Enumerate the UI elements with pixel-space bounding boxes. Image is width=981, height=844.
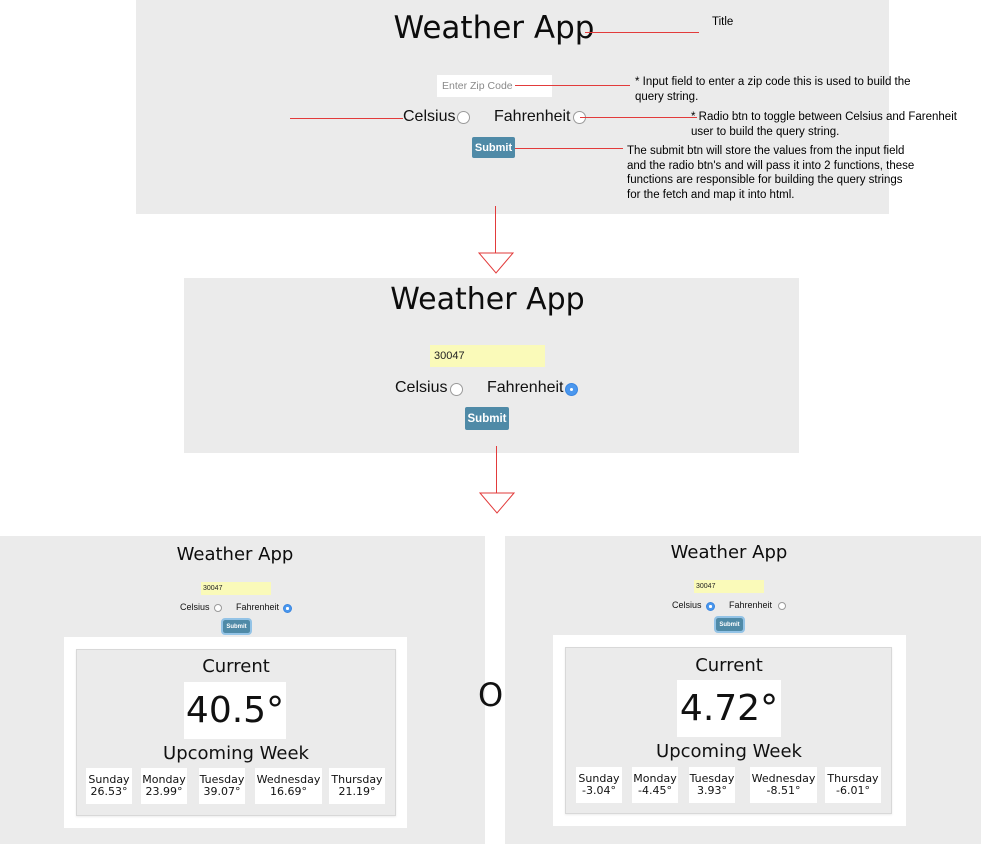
flow-arrow-head-2	[479, 492, 515, 514]
flow-arrow-shaft-2	[496, 446, 497, 493]
forecast-day-f-2: Tuesday 39.07°	[199, 768, 245, 804]
submit-button-result-c[interactable]: Submit	[714, 616, 745, 633]
app-title-result-c: Weather App	[670, 542, 788, 563]
radio-annotation: * Radio btn to toggle between Celsius an…	[691, 111, 957, 138]
fahrenheit-label-filled: Fahrenheit	[487, 379, 564, 396]
forecast-day-c-0: Sunday -3.04°	[576, 767, 622, 803]
radio-callout-line-left	[290, 118, 403, 119]
current-label-c: Current	[695, 655, 763, 676]
title-annotation: Title	[712, 16, 734, 28]
submit-annotation: The submit btn will store the values fro…	[627, 145, 915, 201]
zip-input-result-f[interactable]: 30047	[201, 582, 271, 595]
celsius-label-result-f: Celsius	[180, 602, 210, 612]
upcoming-label-c: Upcoming Week	[656, 741, 802, 762]
celsius-label: Celsius	[403, 108, 456, 125]
celsius-radio[interactable]	[457, 111, 470, 124]
zip-input-filled[interactable]: 30047	[430, 345, 545, 367]
forecast-day-c-2: Tuesday 3.93°	[689, 767, 735, 803]
current-label-f: Current	[202, 656, 270, 677]
app-title-result-f: Weather App	[176, 544, 294, 565]
app-title-filled: Weather App	[390, 282, 585, 317]
forecast-day-c-1: Monday -4.45°	[632, 767, 678, 803]
forecast-day-f-1: Monday 23.99°	[141, 768, 187, 804]
flow-arrow-shaft-1	[495, 206, 496, 253]
app-title: Weather App	[393, 10, 595, 46]
current-temp-f: 40.5°	[184, 682, 286, 739]
celsius-label-filled: Celsius	[395, 379, 448, 396]
flow-arrow-head-1	[478, 252, 514, 274]
fahrenheit-radio-filled[interactable]	[565, 383, 578, 396]
submit-callout-line	[515, 148, 623, 149]
celsius-radio-result-c[interactable]	[706, 602, 715, 611]
forecast-day-f-0: Sunday 26.53°	[86, 768, 132, 804]
submit-button[interactable]: Submit	[472, 137, 515, 158]
fahrenheit-label-result-f: Fahrenheit	[236, 602, 280, 612]
celsius-label-result-c: Celsius	[672, 600, 702, 610]
zip-input-empty[interactable]: Enter Zip Code	[437, 75, 552, 97]
submit-button-result-f[interactable]: Submit	[221, 618, 252, 635]
upcoming-label-f: Upcoming Week	[163, 743, 309, 764]
input-callout-line	[515, 85, 630, 86]
forecast-day-c-3: Wednesday -8.51°	[750, 767, 817, 803]
fahrenheit-radio-result-c[interactable]	[778, 602, 786, 610]
forecast-day-f-4: Thursday 21.19°	[329, 768, 385, 804]
radio-callout-line-right	[580, 117, 697, 118]
zip-input-result-c[interactable]: 30047	[694, 580, 764, 593]
fahrenheit-label: Fahrenheit	[494, 108, 571, 125]
submit-button-filled[interactable]: Submit	[465, 407, 509, 430]
forecast-day-c-4: Thursday -6.01°	[825, 767, 881, 803]
current-temp-c: 4.72°	[677, 680, 781, 737]
forecast-day-f-3: Wednesday 16.69°	[255, 768, 322, 804]
celsius-radio-filled[interactable]	[450, 383, 463, 396]
title-callout-line	[585, 32, 699, 33]
celsius-radio-result-f[interactable]	[214, 604, 222, 612]
fahrenheit-label-result-c: Fahrenheit	[729, 600, 773, 610]
input-annotation: * Input field to enter a zip code this i…	[635, 76, 911, 103]
fahrenheit-radio-result-f[interactable]	[283, 604, 292, 613]
